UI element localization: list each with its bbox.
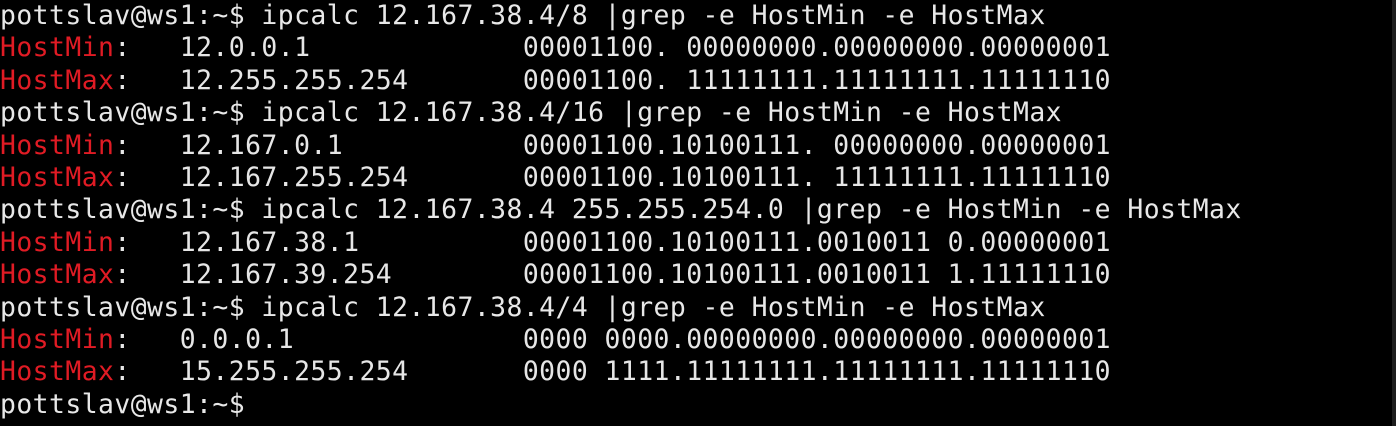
output-line-hostmax: HostMax: 15.255.255.254 0000 1111.111111… bbox=[0, 356, 1392, 388]
command-line: pottslav@ws1:~$ ipcalc 12.167.38.4/4 |gr… bbox=[0, 292, 1392, 324]
output-line-hostmin: HostMin: 12.0.0.1 00001100. 00000000.000… bbox=[0, 32, 1392, 64]
hostmin-label: HostMin bbox=[0, 226, 115, 258]
command-text: ipcalc 12.167.38.4 255.255.254.0 |grep -… bbox=[245, 194, 1242, 226]
command-text: ipcalc 12.167.38.4/8 |grep -e HostMin -e… bbox=[245, 0, 1046, 31]
shell-prompt: pottslav@ws1:~$ bbox=[0, 194, 246, 226]
hostmin-label: HostMin bbox=[0, 323, 115, 355]
hostmin-value: : 12.167.0.1 00001100.10100111. 00000000… bbox=[114, 129, 1112, 161]
output-line-hostmax: HostMax: 12.167.255.254 00001100.1010011… bbox=[0, 162, 1392, 194]
hostmax-value: : 12.167.39.254 00001100.10100111.001001… bbox=[114, 259, 1112, 291]
command-line: pottslav@ws1:~$ ipcalc 12.167.38.4/16 |g… bbox=[0, 97, 1392, 129]
hostmin-value: : 12.167.38.1 00001100.10100111.0010011 … bbox=[114, 226, 1112, 258]
active-prompt-line[interactable]: pottslav@ws1:~$ bbox=[0, 389, 1392, 421]
hostmax-value: : 12.167.255.254 00001100.10100111. 1111… bbox=[114, 161, 1112, 193]
output-line-hostmax: HostMax: 12.167.39.254 00001100.10100111… bbox=[0, 259, 1392, 291]
hostmin-label: HostMin bbox=[0, 129, 115, 161]
hostmax-value: : 12.255.255.254 00001100. 11111111.1111… bbox=[114, 64, 1112, 96]
terminal-window[interactable]: pottslav@ws1:~$ ipcalc 12.167.38.4/8 |gr… bbox=[0, 0, 1396, 426]
hostmax-value: : 15.255.255.254 0000 1111.11111111.1111… bbox=[114, 356, 1112, 388]
hostmax-label: HostMax bbox=[0, 356, 115, 388]
hostmin-value: : 0.0.0.1 0000 0000.00000000.00000000.00… bbox=[114, 323, 1112, 355]
shell-prompt: pottslav@ws1:~$ bbox=[0, 97, 246, 129]
hostmax-label: HostMax bbox=[0, 64, 115, 96]
command-text: ipcalc 12.167.38.4/4 |grep -e HostMin -e… bbox=[245, 291, 1046, 323]
output-line-hostmin: HostMin: 0.0.0.1 0000 0000.00000000.0000… bbox=[0, 324, 1392, 356]
shell-prompt: pottslav@ws1:~$ bbox=[0, 291, 246, 323]
hostmin-label: HostMin bbox=[0, 32, 115, 64]
command-line: pottslav@ws1:~$ ipcalc 12.167.38.4/8 |gr… bbox=[0, 0, 1392, 32]
command-text: ipcalc 12.167.38.4/16 |grep -e HostMin -… bbox=[245, 97, 1063, 129]
output-line-hostmin: HostMin: 12.167.38.1 00001100.10100111.0… bbox=[0, 227, 1392, 259]
hostmin-value: : 12.0.0.1 00001100. 00000000.00000000.0… bbox=[114, 32, 1112, 64]
shell-prompt: pottslav@ws1:~$ bbox=[0, 0, 246, 31]
output-line-hostmax: HostMax: 12.255.255.254 00001100. 111111… bbox=[0, 65, 1392, 97]
command-line: pottslav@ws1:~$ ipcalc 12.167.38.4 255.2… bbox=[0, 194, 1392, 226]
output-line-hostmin: HostMin: 12.167.0.1 00001100.10100111. 0… bbox=[0, 130, 1392, 162]
hostmax-label: HostMax bbox=[0, 161, 115, 193]
shell-prompt: pottslav@ws1:~$ bbox=[0, 388, 246, 420]
hostmax-label: HostMax bbox=[0, 259, 115, 291]
